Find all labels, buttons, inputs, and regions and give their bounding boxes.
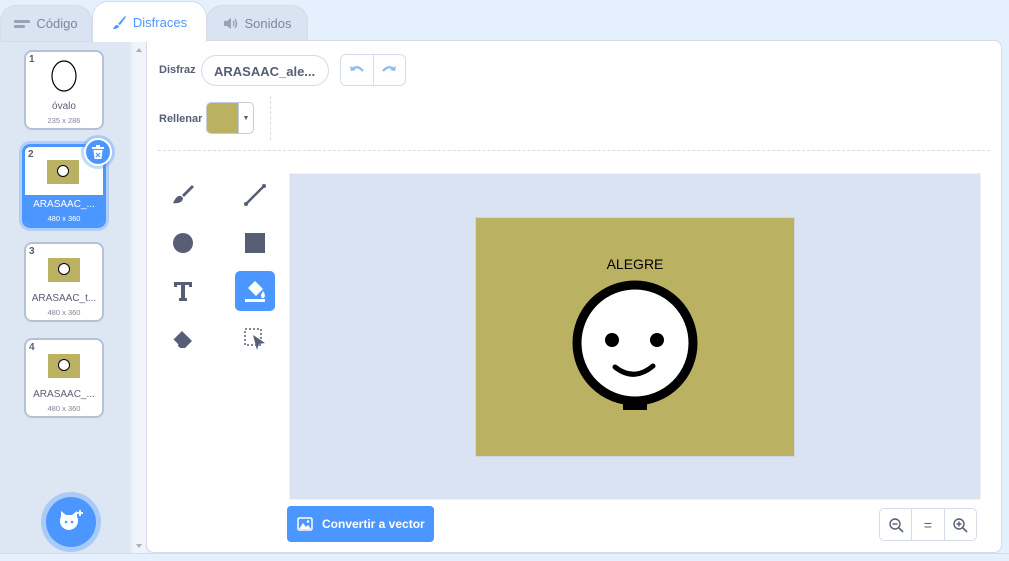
select-tool[interactable] xyxy=(235,319,275,359)
costume-dimensions: 480 x 360 xyxy=(47,214,81,223)
rectangle-icon xyxy=(245,233,265,253)
redo-icon xyxy=(382,66,397,72)
costume-item-4[interactable]: 4 ARASAAC_... 480 x 360 xyxy=(24,338,104,418)
code-icon xyxy=(14,18,31,30)
brush-icon xyxy=(112,15,127,30)
tab-costumes[interactable]: Disfraces xyxy=(92,1,207,42)
text-icon xyxy=(174,282,192,301)
mode-divider xyxy=(158,150,990,151)
costume-list-scrollbar[interactable] xyxy=(133,42,146,554)
zoom-controls: = xyxy=(879,508,977,541)
face-icon xyxy=(58,263,70,275)
costume-number: 4 xyxy=(29,342,35,353)
costume-name: ARASAAC_... xyxy=(33,389,95,400)
tab-sounds-label: Sonidos xyxy=(244,16,292,31)
scroll-down-arrow-icon[interactable] xyxy=(136,544,142,548)
face-icon xyxy=(58,359,70,371)
speaker-icon xyxy=(223,17,239,30)
costume-dimensions: 480 x 360 xyxy=(47,308,81,317)
tab-code[interactable]: Código xyxy=(0,5,92,41)
tab-code-label: Código xyxy=(36,16,78,31)
dropdown-arrow-icon: ▼ xyxy=(242,114,250,122)
add-costume-button[interactable] xyxy=(46,497,96,547)
trash-icon xyxy=(92,145,104,159)
costume-thumbnail xyxy=(48,258,80,282)
cat-plus-icon xyxy=(59,510,83,530)
select-icon xyxy=(244,328,265,350)
costume-dimensions: 235 x 286 xyxy=(47,116,81,125)
costume-list: 1 óvalo 235 x 286 2 ARASAAC_... 480 x 36… xyxy=(0,41,146,554)
brush-icon xyxy=(173,185,194,204)
rectangle-tool[interactable] xyxy=(235,223,275,263)
tab-costumes-label: Disfraces xyxy=(132,14,188,30)
convert-to-vector-label: Convertir a vector xyxy=(322,517,425,531)
convert-to-vector-button[interactable]: Convertir a vector xyxy=(287,506,434,542)
costume-thumbnail xyxy=(48,354,80,378)
text-tool[interactable] xyxy=(163,271,203,311)
canvas-text: ALEGRE xyxy=(606,256,664,272)
drawing-canvas[interactable]: ALEGRE xyxy=(289,173,981,500)
undo-redo-group xyxy=(340,54,406,86)
costume-name: ARASAAC_... xyxy=(33,199,95,210)
undo-button[interactable] xyxy=(341,55,374,85)
bottom-border xyxy=(0,553,1009,561)
zoom-in-button[interactable] xyxy=(943,509,976,540)
oval-thumbnail xyxy=(51,60,77,92)
costume-dimensions: 480 x 360 xyxy=(47,404,81,413)
zoom-reset-button[interactable]: = xyxy=(911,509,943,540)
paint-bucket-icon xyxy=(245,281,265,302)
circle-tool[interactable] xyxy=(163,223,203,263)
face-icon xyxy=(57,165,69,177)
delete-costume-button[interactable] xyxy=(84,138,112,166)
zoom-out-icon xyxy=(888,517,904,533)
zoom-in-icon xyxy=(953,517,968,533)
fill-label: Rellenar xyxy=(159,113,203,125)
costume-name-label: Disfraz xyxy=(159,64,196,76)
tab-bar: Código Disfraces Sonidos xyxy=(0,0,1009,42)
image-icon xyxy=(297,517,313,531)
tab-sounds[interactable]: Sonidos xyxy=(206,5,308,41)
costume-item-1[interactable]: 1 óvalo 235 x 286 xyxy=(24,50,104,130)
toolbar-divider xyxy=(270,96,271,140)
undo-icon xyxy=(349,66,364,72)
brush-tool[interactable] xyxy=(163,175,203,215)
costume-name: óvalo xyxy=(52,101,76,112)
circle-icon xyxy=(173,233,193,253)
zoom-out-button[interactable] xyxy=(880,509,911,540)
fill-color-picker[interactable]: ▼ xyxy=(206,102,254,134)
costume-name-input[interactable]: ARASAAC_ale... xyxy=(201,55,329,86)
costume-artboard[interactable]: ALEGRE xyxy=(475,217,795,457)
costume-name: ARASAAC_t... xyxy=(31,293,97,304)
scroll-up-arrow-icon[interactable] xyxy=(136,48,142,52)
eraser-icon xyxy=(172,331,192,348)
fill-color-swatch xyxy=(207,103,239,133)
costume-number: 2 xyxy=(28,149,34,160)
redo-button[interactable] xyxy=(374,55,406,85)
line-icon xyxy=(244,184,266,206)
paint-editor: Disfraz ARASAAC_ale... Rellenar ▼ ALEGRE… xyxy=(146,40,1002,553)
fill-tool[interactable] xyxy=(235,271,275,311)
costume-number: 1 xyxy=(29,54,35,65)
costume-item-3[interactable]: 3 ARASAAC_t... 480 x 360 xyxy=(24,242,104,322)
line-tool[interactable] xyxy=(235,175,275,215)
happy-face-drawing xyxy=(572,280,698,410)
costume-number: 3 xyxy=(29,246,35,257)
costume-thumbnail xyxy=(47,160,79,184)
eraser-tool[interactable] xyxy=(163,319,203,359)
